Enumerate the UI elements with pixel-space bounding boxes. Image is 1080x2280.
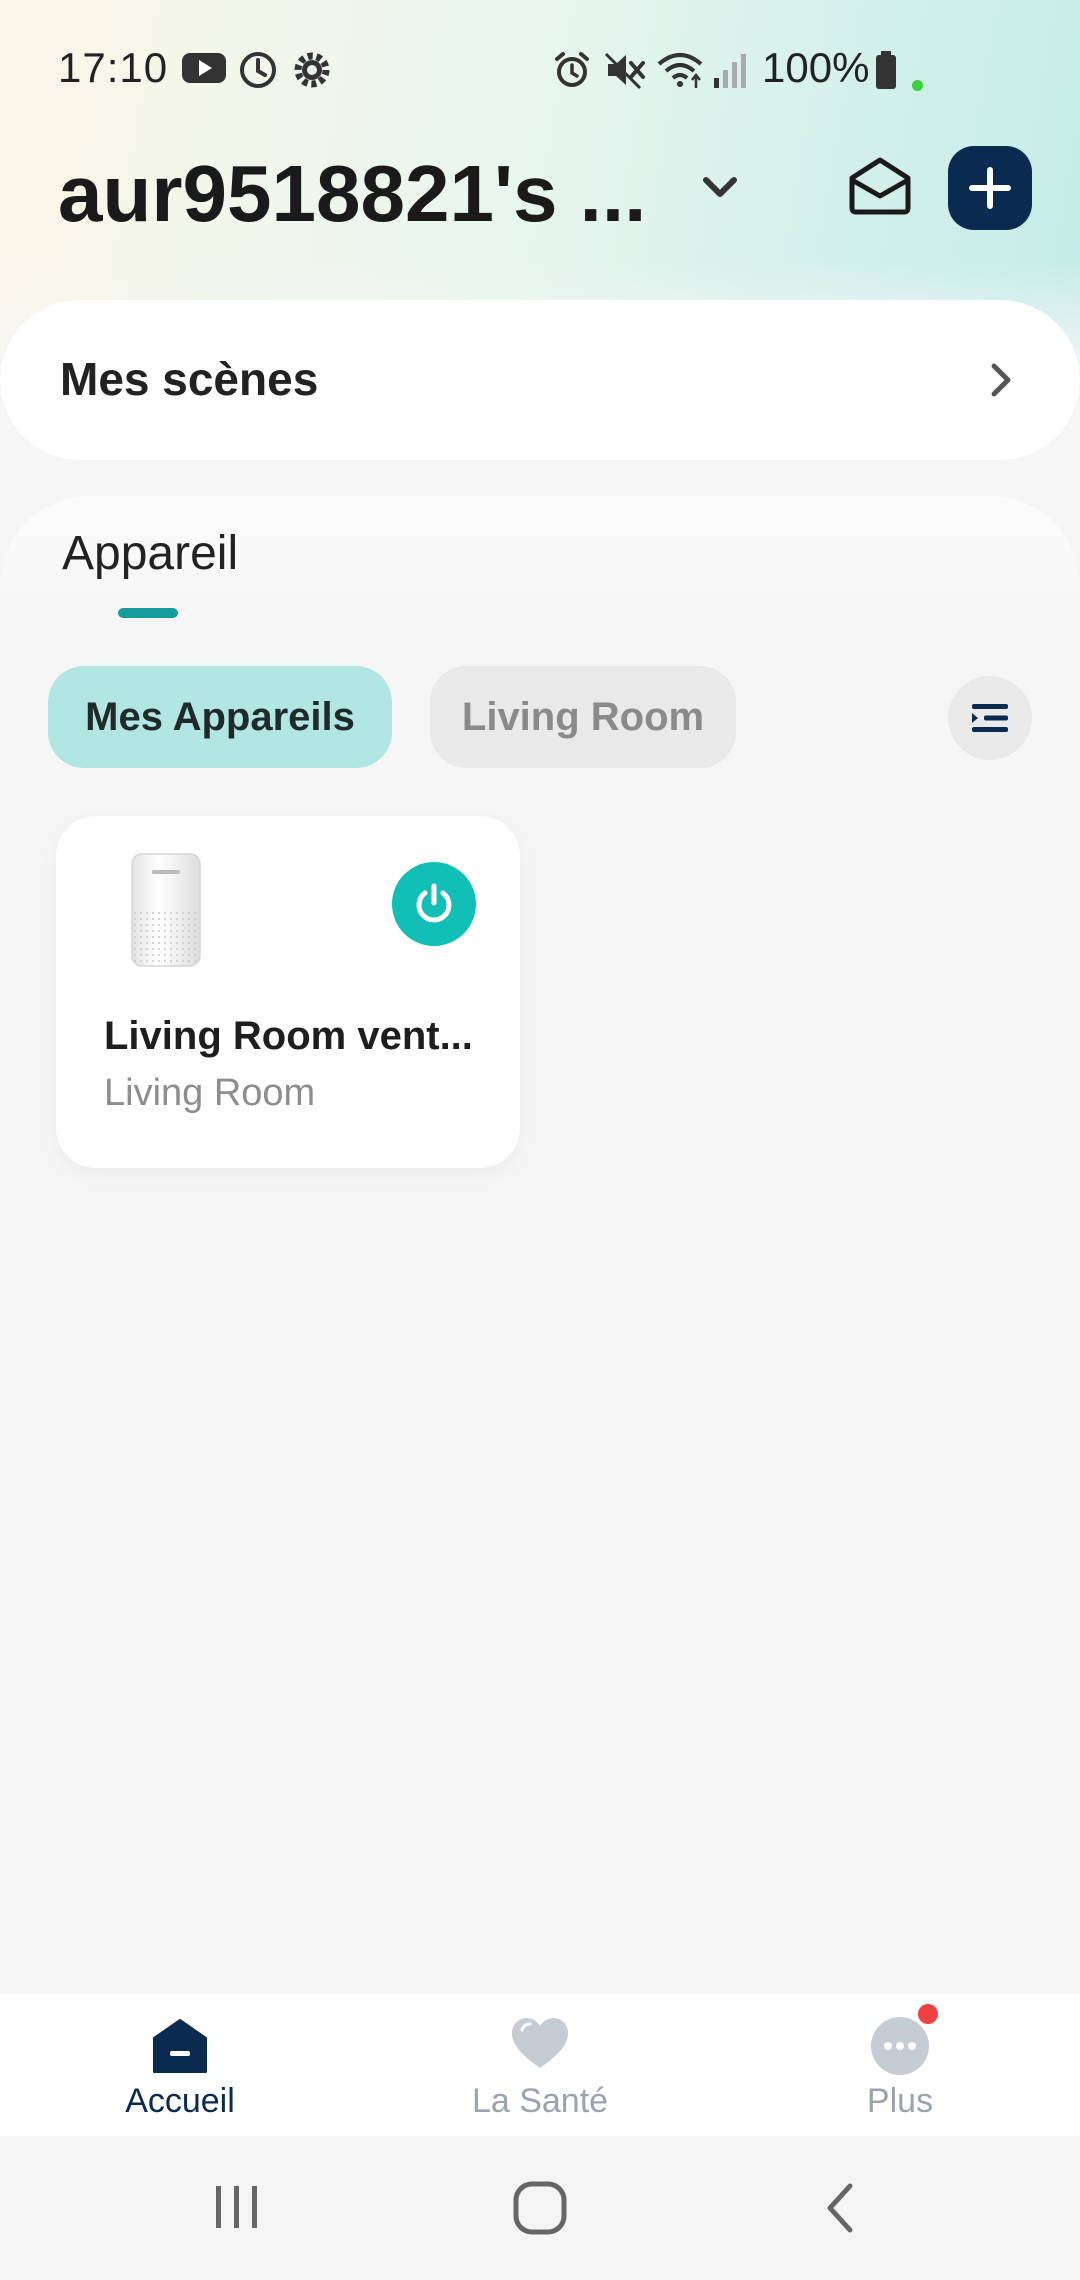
battery-percent: 100% [762,44,870,91]
tab-underline [118,608,178,618]
bottom-nav: Accueil La Santé Plus [0,1994,1080,2136]
status-time: 17:10 [58,44,169,91]
chip-mes-appareils[interactable]: Mes Appareils [48,666,392,768]
battery-icon [876,51,896,89]
device-room: Living Room [104,1072,316,1114]
nav-label-la-sante: La Santé [471,2082,609,2120]
recent-apps-icon[interactable] [210,2180,264,2234]
notification-badge [918,2004,938,2024]
nav-label-plus: Plus [866,2082,934,2120]
home-button-icon[interactable] [512,2180,568,2236]
home-icon [153,2019,207,2073]
home-title[interactable]: aur9518821's ... [58,148,658,240]
alarm-icon [555,52,589,87]
nav-la-sante[interactable]: La Santé [390,1994,690,2136]
power-button[interactable] [392,862,476,946]
signal-icon [714,54,746,88]
chip-living-room[interactable]: Living Room [430,666,736,768]
add-device-button[interactable] [948,146,1032,230]
mute-icon [604,52,645,90]
power-icon [416,883,452,923]
list-filter-icon [972,704,1008,732]
status-bar: 17:10 100% [0,0,1080,140]
messages-button[interactable] [842,148,918,224]
device-name: Living Room vent... [104,1014,473,1058]
settings-icon [294,52,330,88]
scenes-label: Mes scènes [60,353,319,405]
nav-plus[interactable]: Plus [750,1994,1050,2136]
more-icon [871,2017,929,2075]
chevron-down-icon[interactable] [700,172,740,202]
device-card[interactable]: Living Room vent... Living Room [56,816,520,1168]
tab-appareil[interactable]: Appareil [62,526,238,581]
filter-button[interactable] [948,676,1032,760]
scenes-card[interactable]: Mes scènes [0,300,1080,460]
devices-panel: Appareil Mes Appareils Living Room Livin… [0,496,1080,1996]
air-purifier-image [131,853,201,967]
back-icon[interactable] [818,2180,862,2236]
chevron-right-icon [991,363,1011,397]
mail-icon [849,157,911,215]
clock-icon [240,52,276,88]
nav-accueil[interactable]: Accueil [30,1994,330,2136]
heart-icon [512,2018,568,2068]
system-navigation-bar [0,2136,1080,2280]
nav-label-accueil: Accueil [125,2082,235,2120]
plus-icon [969,167,1011,209]
youtube-icon [182,53,226,83]
camera-indicator-dot [912,80,923,91]
wifi-icon [657,53,703,88]
